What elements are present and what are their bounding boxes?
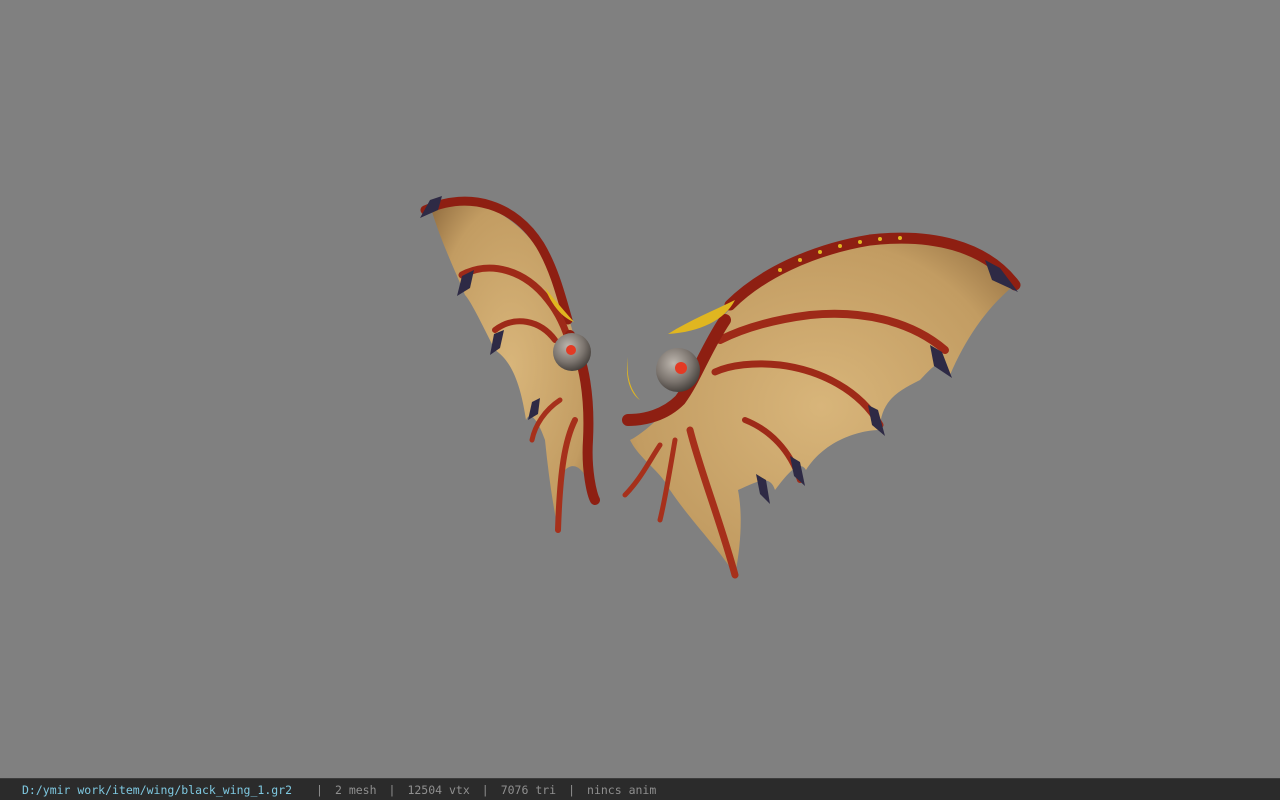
- mesh-count: 2 mesh: [334, 782, 377, 797]
- 3d-viewport[interactable]: [0, 0, 1280, 778]
- right-orb: [656, 348, 700, 392]
- anim-status: nincs anim: [587, 782, 657, 797]
- right-orb-eye: [675, 362, 687, 374]
- right-wing: [622, 232, 1021, 579]
- file-path: D:/ymir work/item/wing/black_wing_1.gr2: [22, 782, 293, 797]
- right-wing-membrane: [630, 238, 1012, 575]
- status-bar: D:/ymir work/item/wing/black_wing_1.gr2 …: [0, 778, 1280, 800]
- triangle-count: 7076 tri: [500, 782, 557, 797]
- left-orb-eye: [566, 345, 576, 355]
- separator: |: [568, 782, 576, 797]
- right-wing-small-horn: [626, 357, 640, 400]
- vertex-count: 12504 vtx: [407, 782, 470, 797]
- left-orb: [553, 333, 591, 371]
- demon-wings-model[interactable]: [0, 0, 1280, 778]
- separator: |: [481, 782, 489, 797]
- separator: |: [388, 782, 396, 797]
- separator: |: [316, 782, 323, 797]
